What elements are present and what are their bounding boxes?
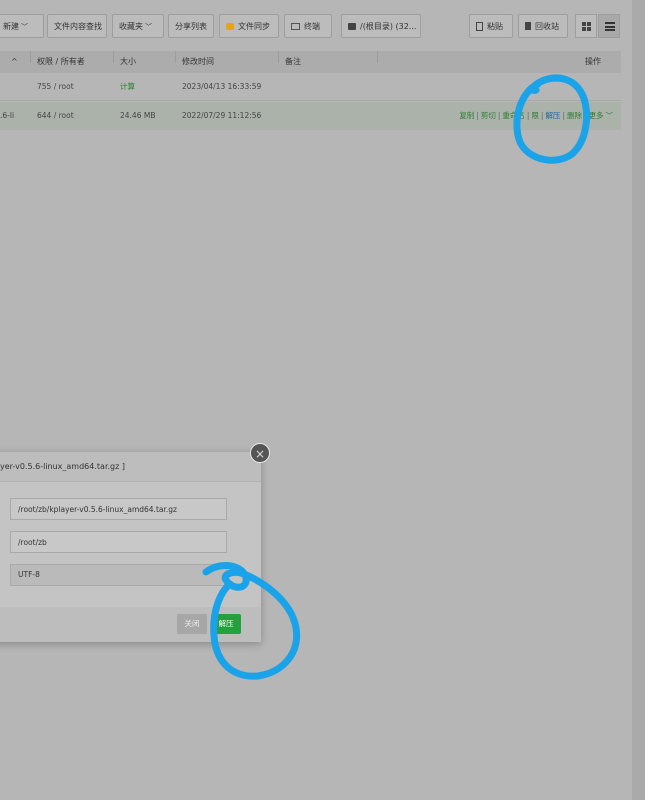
delete-link[interactable]: 删除 — [567, 111, 582, 120]
header-mtime[interactable]: 修改时间 — [182, 51, 214, 73]
header-size[interactable]: 大小 — [120, 51, 136, 73]
share-list-button[interactable]: 分享列表 — [168, 14, 214, 38]
header-ops: 操作 — [585, 57, 601, 66]
extract-button[interactable]: 解压 — [211, 614, 241, 634]
action-separator: | — [497, 111, 501, 120]
recycle-bin-button[interactable]: 回收站 — [518, 14, 568, 38]
action-separator: | — [526, 111, 530, 120]
chevron-down-icon: ﹀ — [605, 111, 614, 120]
file-table-header: ^ 权限 / 所有者 大小 修改时间 备注 操作 — [0, 51, 621, 73]
file-sync-button[interactable]: 文件同步 — [219, 14, 279, 38]
disk-icon — [348, 23, 356, 30]
terminal-icon — [291, 23, 300, 30]
sort-toggle[interactable]: ^ — [11, 51, 18, 73]
target-dir-input[interactable] — [10, 531, 227, 553]
action-separator: | — [540, 111, 544, 120]
recycle-bin-label: 回收站 — [535, 22, 559, 31]
grid-icon — [582, 22, 591, 31]
terminal-label: 终端 — [304, 22, 320, 31]
root-disk-button[interactable]: /(根目录) (32... — [341, 14, 421, 38]
dialog-title: yer-v0.5.6-linux_amd64.tar.gz ] — [0, 452, 261, 482]
file-size: 24.46 MB — [120, 111, 156, 120]
source-path-input[interactable] — [10, 498, 227, 520]
column-divider — [278, 51, 279, 63]
list-icon — [605, 22, 615, 31]
copy-link[interactable]: 复制 — [459, 111, 474, 120]
column-divider — [175, 51, 176, 63]
clipboard-icon — [476, 22, 483, 31]
close-button[interactable]: 关闭 — [177, 614, 207, 634]
file-perm[interactable]: 644 / root — [37, 102, 74, 130]
file-mtime: 2022/07/29 11:12:56 — [182, 111, 262, 120]
column-divider — [377, 51, 378, 63]
action-separator: | — [476, 111, 479, 120]
new-label: 新建 — [3, 22, 19, 31]
chevron-down-icon: ﹀ — [145, 23, 152, 31]
header-remark: 备注 — [285, 57, 301, 66]
column-divider — [113, 51, 114, 63]
more-link[interactable]: 更多 — [589, 111, 604, 120]
file-perm[interactable]: 755 / root — [37, 74, 74, 100]
content-search-button[interactable]: 文件内容查找 — [47, 14, 107, 38]
terminal-button[interactable]: 终端 — [284, 14, 332, 38]
column-divider — [30, 51, 31, 63]
new-button[interactable]: 新建 ﹀ — [0, 14, 44, 38]
action-separator: | — [583, 111, 587, 120]
extract-dialog: yer-v0.5.6-linux_amd64.tar.gz ] UTF-8 关闭… — [0, 452, 261, 642]
file-name[interactable]: .6-li — [0, 102, 14, 130]
rename-link[interactable]: 重命名 — [502, 111, 525, 120]
paste-label: 粘贴 — [487, 22, 503, 31]
calculate-size-link[interactable]: 计算 — [120, 74, 135, 100]
page-scrollbar[interactable] — [632, 0, 645, 800]
action-separator: | — [562, 111, 565, 120]
file-sync-label: 文件同步 — [238, 22, 270, 31]
grid-view-button[interactable] — [575, 14, 597, 38]
trash-icon — [525, 22, 531, 30]
root-disk-label: /(根目录) (32... — [360, 22, 417, 31]
toolbar: 新建 ﹀ 文件内容查找 收藏夹 ﹀ 分享列表 文件同步 终端 /(根目录) (32.… — [0, 14, 632, 40]
dialog-close-icon[interactable]: × — [250, 443, 270, 463]
header-perm-owner[interactable]: 权限 / 所有者 — [37, 51, 85, 73]
row-actions: 复制 | 剪切 | 重命名 | 限 | 解压 | 删除 | 更多 ﹀ — [459, 102, 613, 130]
extract-link[interactable]: 解压 — [545, 111, 560, 120]
favorites-label: 收藏夹 — [119, 22, 143, 31]
chevron-down-icon: ﹀ — [21, 23, 28, 31]
paste-button[interactable]: 粘贴 — [469, 14, 513, 38]
list-view-button[interactable] — [598, 14, 620, 38]
table-row[interactable]: 755 / root 计算 2023/04/13 16:33:59 — [0, 74, 621, 101]
favorites-button[interactable]: 收藏夹 ﹀ — [112, 14, 164, 38]
sync-icon — [226, 23, 234, 30]
file-mtime: 2023/04/13 16:33:59 — [182, 82, 262, 91]
table-row[interactable]: .6-li 644 / root 24.46 MB 2022/07/29 11:… — [0, 102, 621, 130]
cut-link[interactable]: 剪切 — [481, 111, 496, 120]
permission-link[interactable]: 限 — [531, 111, 539, 120]
encoding-select[interactable]: UTF-8 — [10, 564, 227, 586]
